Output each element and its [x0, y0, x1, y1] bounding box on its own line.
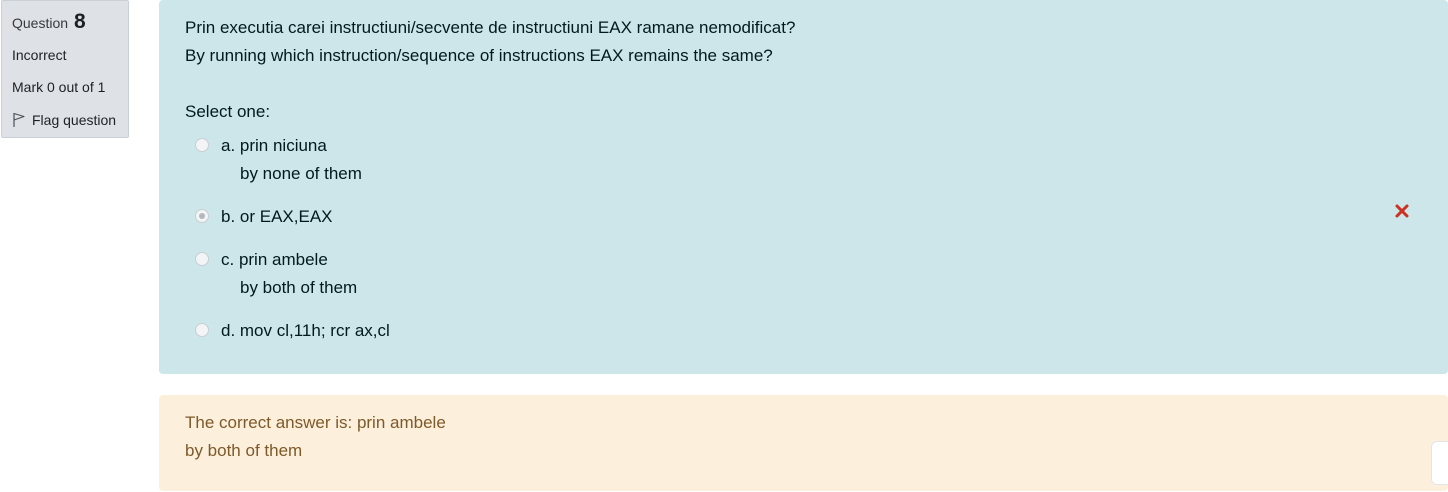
radio-option-c[interactable] [195, 252, 209, 266]
question-info-panel: Question 8 Incorrect Mark 0 out of 1 Fla… [1, 0, 129, 138]
question-text-en: By running which instruction/sequence of… [185, 46, 773, 65]
option-c-translation: by both of them [240, 278, 358, 297]
question-grade: Mark 0 out of 1 [12, 79, 106, 95]
flag-question-label: Flag question [32, 112, 117, 128]
drawer-toggle-tab[interactable] [1431, 441, 1448, 485]
option-c-label: c. prin ambele [221, 250, 328, 269]
radio-option-d[interactable] [195, 323, 209, 337]
option-a-label: a. prin niciuna [221, 136, 327, 155]
feedback-line-ro: The correct answer is: prin ambele [185, 413, 446, 432]
question-formulation: Prin executia carei instructiuni/secvent… [159, 0, 1448, 374]
radio-option-b[interactable] [195, 209, 209, 223]
question-label: Question [12, 15, 69, 31]
radio-option-a[interactable] [195, 138, 209, 152]
question-page: Question 8 Incorrect Mark 0 out of 1 Fla… [0, 0, 1448, 492]
option-d-label: d. mov cl,11h; rcr ax,cl [221, 321, 390, 340]
question-number-value: 8 [73, 10, 86, 33]
close-icon [1395, 204, 1409, 218]
option-b-label: b. or EAX,EAX [221, 207, 333, 226]
feedback-line-en: by both of them [185, 441, 303, 460]
question-number: Question 8 [12, 10, 86, 34]
question-text-ro: Prin executia carei instructiuni/secvent… [185, 18, 796, 37]
flag-icon [13, 112, 25, 127]
flag-question-button[interactable]: Flag question [12, 112, 116, 128]
question-state: Incorrect [12, 47, 67, 63]
option-a-translation: by none of them [240, 164, 362, 183]
correct-answer-feedback: The correct answer is: prin ambele by bo… [159, 395, 1448, 491]
select-one-prompt: Select one: [185, 102, 271, 121]
